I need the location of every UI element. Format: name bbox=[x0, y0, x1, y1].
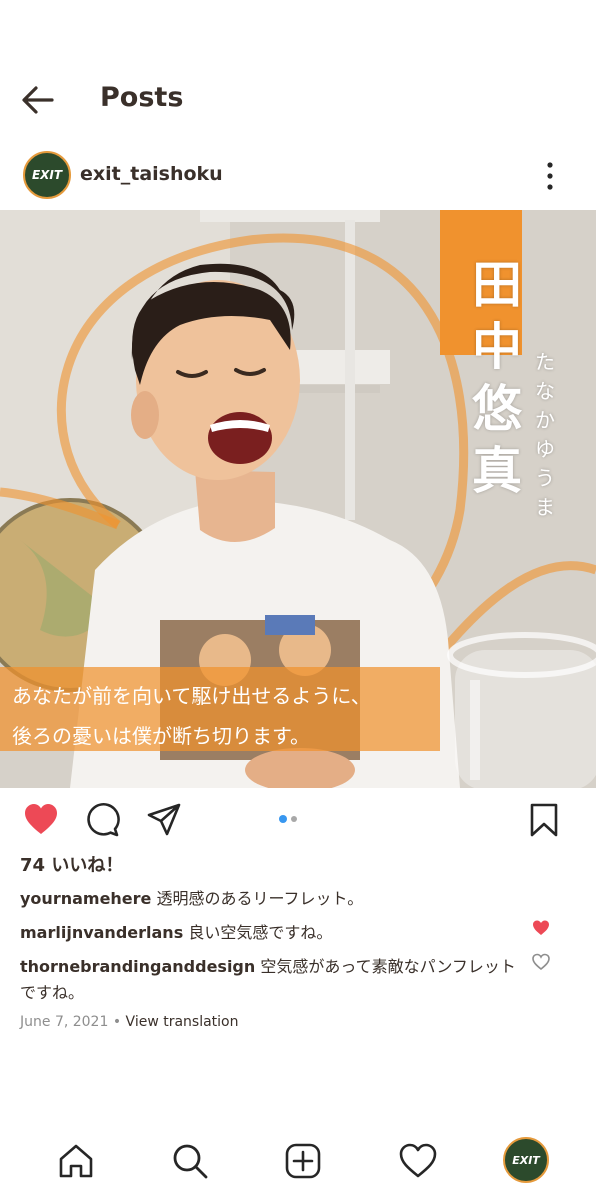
avatar-text: EXIT bbox=[31, 168, 63, 182]
arrow-left-icon[interactable] bbox=[18, 80, 58, 120]
carousel-dot bbox=[291, 816, 297, 822]
meta-separator: • bbox=[108, 1014, 126, 1030]
comment-text: 良い空気感ですね。 bbox=[188, 923, 333, 942]
likes-count[interactable]: 74 いいね！ bbox=[20, 851, 123, 877]
comment-text: 透明感のあるリーフレット。 bbox=[156, 889, 364, 908]
top-bar: Posts bbox=[0, 72, 596, 128]
name-kana-char: ま bbox=[535, 495, 555, 519]
comment: marlijnvanderlans 良い空気感ですね。 bbox=[20, 920, 530, 946]
name-kanji-char: 悠 bbox=[472, 380, 522, 438]
more-options-icon[interactable] bbox=[536, 158, 564, 194]
home-icon[interactable] bbox=[56, 1141, 96, 1181]
post-username[interactable]: exit_taishoku bbox=[80, 163, 223, 185]
add-post-icon[interactable] bbox=[283, 1141, 323, 1181]
comment-icon[interactable] bbox=[84, 802, 120, 838]
avatar-text: EXIT bbox=[512, 1153, 540, 1167]
bookmark-icon[interactable] bbox=[526, 802, 562, 838]
name-kana-char: う bbox=[535, 466, 555, 490]
name-kana-char: ゆ bbox=[535, 437, 555, 461]
name-kanji: 田 中 悠 真 bbox=[462, 254, 532, 502]
comment-like-heart-outline-icon[interactable] bbox=[531, 952, 551, 972]
like-heart-icon[interactable] bbox=[23, 802, 59, 838]
name-kanji-char: 中 bbox=[472, 318, 522, 376]
name-kana-char: な bbox=[535, 379, 555, 403]
activity-heart-icon[interactable] bbox=[398, 1141, 438, 1181]
photo-caption-line: 後ろの憂いは僕が断ち切ります。 bbox=[12, 724, 310, 748]
carousel-indicator bbox=[279, 815, 301, 825]
name-kanji-char: 田 bbox=[472, 256, 522, 314]
bottom-nav: EXIT bbox=[0, 1136, 596, 1186]
carousel-dot-active bbox=[279, 815, 287, 823]
view-translation-link[interactable]: View translation bbox=[126, 1014, 239, 1030]
post-date: June 7, 2021 bbox=[20, 1014, 109, 1030]
name-kanji-char: 真 bbox=[472, 442, 522, 500]
comment: yournamehere 透明感のあるリーフレット。 bbox=[20, 886, 530, 912]
name-kana-char: か bbox=[535, 408, 555, 432]
comment-username[interactable]: yournamehere bbox=[20, 889, 151, 908]
name-kana: た な か ゆ う ま bbox=[530, 348, 560, 522]
comment: thornebrandinganddesign 空気感があって素敵なパンフレット… bbox=[20, 954, 530, 1006]
share-send-icon[interactable] bbox=[146, 802, 182, 838]
comment-username[interactable]: thornebrandinganddesign bbox=[20, 957, 255, 976]
post-header: EXIT exit_taishoku bbox=[0, 150, 596, 200]
comment-like-heart-icon[interactable] bbox=[531, 918, 551, 938]
post-meta: June 7, 2021 • View translation bbox=[20, 1014, 239, 1030]
comment-username[interactable]: marlijnvanderlans bbox=[20, 923, 183, 942]
page-title: Posts bbox=[100, 82, 184, 113]
post-actions bbox=[0, 798, 596, 842]
profile-avatar[interactable]: EXIT bbox=[503, 1137, 549, 1183]
post-image[interactable]: 田 中 悠 真 た な か ゆ う ま あなたが前を向いて駆け出せるように、 後… bbox=[0, 210, 596, 788]
photo-caption-line: あなたが前を向いて駆け出せるように、 bbox=[12, 684, 371, 708]
name-kana-char: た bbox=[535, 350, 555, 374]
avatar[interactable]: EXIT bbox=[23, 151, 71, 199]
search-icon[interactable] bbox=[170, 1141, 210, 1181]
